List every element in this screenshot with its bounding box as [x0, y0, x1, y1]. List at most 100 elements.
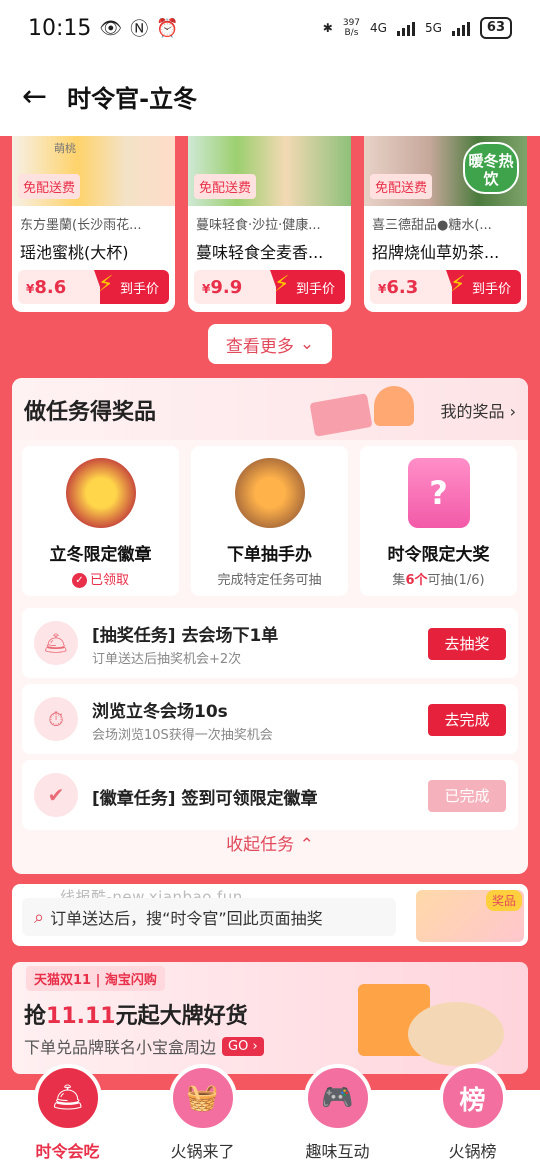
reward-name: 立冬限定徽章 [49, 545, 152, 565]
free-delivery-badge: 免配送费 [18, 174, 81, 199]
price: ¥9.9 [202, 276, 243, 298]
cloche-icon: 🛎 [34, 621, 78, 665]
product-card[interactable]: 免配送费 蔓味轻食·沙拉·健康... 蔓味轻食全麦香... ¥9.9 ⚡ 到手价 [188, 136, 351, 312]
task-row: 🛎 [抽奖任务] 去会场下1单 订单送达后抽奖机会+2次 去抽奖 [22, 608, 518, 678]
my-prizes-link[interactable]: 我的奖品 › [440, 398, 516, 422]
reward-row: 立冬限定徽章 ✓ 已领取 下单抽手办 完成特定任务可抽 ? 时令限定大奖 集6个可… [22, 446, 518, 596]
price-bar[interactable]: ¥6.3 ⚡ 到手价 [370, 270, 521, 304]
product-image: 萌桃 免配送费 [12, 136, 175, 206]
reward-name: 下单抽手办 [227, 545, 312, 565]
go-complete-button[interactable]: 去完成 [428, 704, 506, 736]
free-delivery-badge: 免配送费 [370, 174, 433, 199]
completed-button[interactable]: 已完成 [428, 780, 506, 812]
nav-item-hotpot[interactable]: 🧺 火锅来了 [135, 1064, 270, 1170]
bell-dome-icon: 🛎 [33, 1064, 102, 1132]
search-hint-bar[interactable]: ⌕ 订单送达后，搜“时令官”回此页面抽奖 [22, 898, 396, 936]
lightning-icon: ⚡ [273, 272, 290, 297]
hot-drink-badge: 暖冬热饮 [463, 142, 519, 194]
task-desc: 订单送达后抽奖机会+2次 [92, 652, 242, 667]
product-name: 瑶池蜜桃(大杯) [20, 243, 129, 262]
reward-name: 时令限定大奖 [387, 545, 490, 565]
free-delivery-badge: 免配送费 [194, 174, 257, 199]
noodle-bowl-image [408, 1002, 504, 1066]
reward-card-grand-prize[interactable]: ? 时令限定大奖 集6个可抽(1/6) [360, 446, 517, 596]
shop-name: 蔓味轻食·沙拉·健康... [196, 218, 321, 233]
nav-item-seasonal[interactable]: 🛎 时令会吃 [0, 1064, 135, 1170]
bell-icon [374, 386, 414, 426]
battery-icon: 63 [479, 17, 512, 39]
gift-box-icon: ? [407, 458, 470, 528]
nav-label: 趣味互动 [305, 1142, 370, 1161]
shop-name: 东方墨蘭(长沙雨花... [20, 218, 142, 233]
status-bar: 10:15 👁 Ⓝ ⏰ ✱ 397 B/s 4G 5G 63 [0, 0, 540, 56]
net-speed: 397 B/s [342, 18, 361, 38]
net-4g-label: 4G [370, 21, 387, 35]
go-draw-button[interactable]: 去抽奖 [428, 628, 506, 660]
task-panel: 做任务得奖品 我的奖品 › 立冬限定徽章 ✓ 已领取 下单抽手办 完成特定任务可抽… [12, 378, 528, 874]
chevron-up-icon: ⌃ [299, 835, 314, 855]
title-bar: ← 时令官-立冬 [0, 56, 540, 136]
page-title: 时令官-立冬 [67, 84, 198, 113]
reward-status: ✓ 已领取 [22, 569, 179, 588]
go-button[interactable]: GO › [222, 1036, 264, 1056]
eye-icon: 👁 [99, 17, 123, 39]
task-panel-header: 做任务得奖品 我的奖品 › [12, 378, 528, 440]
lightning-icon: ⚡ [449, 272, 466, 297]
browse-timer-icon: ⏱ [34, 697, 78, 741]
prize-tag: 奖品 [485, 890, 522, 911]
status-time: 10:15 [28, 15, 92, 41]
signal-icon [396, 20, 415, 36]
signal-icon [451, 20, 470, 36]
task-title: [抽奖任务] 去会场下1单 [92, 626, 279, 646]
final-price-button[interactable]: ⚡ 到手价 [445, 270, 521, 304]
reward-card-figure[interactable]: 下单抽手办 完成特定任务可抽 [191, 446, 348, 596]
product-name: 蔓味轻食全麦香... [196, 243, 324, 262]
price-bar[interactable]: ¥8.6 ⚡ 到手价 [18, 270, 169, 304]
promo-banner[interactable]: 天猫双11 | 淘宝闪购 抢11.11元起大牌好货 下单兑品牌联名小宝盒周边 G… [12, 962, 528, 1074]
nav-item-games[interactable]: 🎮 趣味互动 [270, 1064, 405, 1170]
nav-label: 火锅来了 [170, 1142, 235, 1161]
product-card[interactable]: 萌桃 免配送费 东方墨蘭(长沙雨花... 瑶池蜜桃(大杯) ¥8.6 ⚡ 到手价 [12, 136, 175, 312]
figure-image [234, 458, 305, 528]
task-row: ✔ [徽章任务] 签到可领限定徽章 已完成 [22, 760, 518, 830]
reward-card-badge[interactable]: 立冬限定徽章 ✓ 已领取 [22, 446, 179, 596]
alarm-icon: ⏰ [156, 17, 179, 39]
reward-desc: 完成特定任务可抽 [217, 573, 322, 588]
final-price-button[interactable]: ⚡ 到手价 [269, 270, 345, 304]
basket-icon: 🧺 [168, 1064, 237, 1132]
see-more-button[interactable]: 查看更多 ⌄ [208, 324, 332, 364]
price-bar[interactable]: ¥9.9 ⚡ 到手价 [194, 270, 345, 304]
search-icon: ⌕ [34, 906, 45, 928]
search-hint-text: 订单送达后，搜“时令官”回此页面抽奖 [50, 909, 323, 928]
task-panel-title: 做任务得奖品 [24, 400, 157, 425]
badge-image [65, 458, 136, 528]
gamepad-icon: 🎮 [303, 1064, 372, 1132]
nav-label: 时令会吃 [35, 1142, 100, 1161]
product-name: 招牌烧仙草奶茶... [372, 243, 500, 262]
envelope-icon [309, 393, 373, 437]
bluetooth-icon: ✱ [322, 21, 333, 35]
final-price-button[interactable]: ⚡ 到手价 [93, 270, 169, 304]
nav-item-ranking[interactable]: 榜 火锅榜 [405, 1064, 540, 1170]
banner-subtitle: 下单兑品牌联名小宝盒周边 GO › [24, 1034, 264, 1058]
check-icon: ✓ [71, 573, 87, 588]
bottom-nav: 🛎 时令会吃 🧺 火锅来了 🎮 趣味互动 榜 火锅榜 [0, 1064, 540, 1170]
shop-name: 喜三德甜品●糖水(... [372, 218, 492, 233]
lightning-icon: ⚡ [97, 272, 114, 297]
product-card[interactable]: 免配送费 暖冬热饮 喜三德甜品●糖水(... 招牌烧仙草奶茶... ¥6.3 ⚡… [364, 136, 527, 312]
main-content: 萌桃 免配送费 东方墨蘭(长沙雨花... 瑶池蜜桃(大杯) ¥8.6 ⚡ 到手价 … [0, 136, 540, 1090]
collapse-tasks-button[interactable]: 收起任务 ⌃ [12, 830, 528, 855]
nav-label: 火锅榜 [448, 1142, 497, 1161]
banner-tag: 天猫双11 | 淘宝闪购 [26, 966, 165, 991]
task-title: 浏览立冬会场10s [92, 702, 228, 722]
price: ¥6.3 [378, 276, 419, 298]
chevron-down-icon: ⌄ [299, 334, 315, 354]
net-5g-label: 5G [424, 21, 442, 35]
chevron-right-icon: › [509, 402, 516, 421]
back-arrow-icon[interactable]: ← [22, 79, 47, 114]
search-hint-card: 线报酷-new.xianbao.fun ⌕ 订单送达后，搜“时令官”回此页面抽奖… [12, 884, 528, 946]
task-row: ⏱ 浏览立冬会场10s 会场浏览10S获得一次抽奖机会 去完成 [22, 684, 518, 754]
ranking-icon: 榜 [438, 1064, 507, 1132]
product-image: 免配送费 暖冬热饮 [364, 136, 527, 206]
product-row: 萌桃 免配送费 东方墨蘭(长沙雨花... 瑶池蜜桃(大杯) ¥8.6 ⚡ 到手价 … [12, 136, 528, 312]
